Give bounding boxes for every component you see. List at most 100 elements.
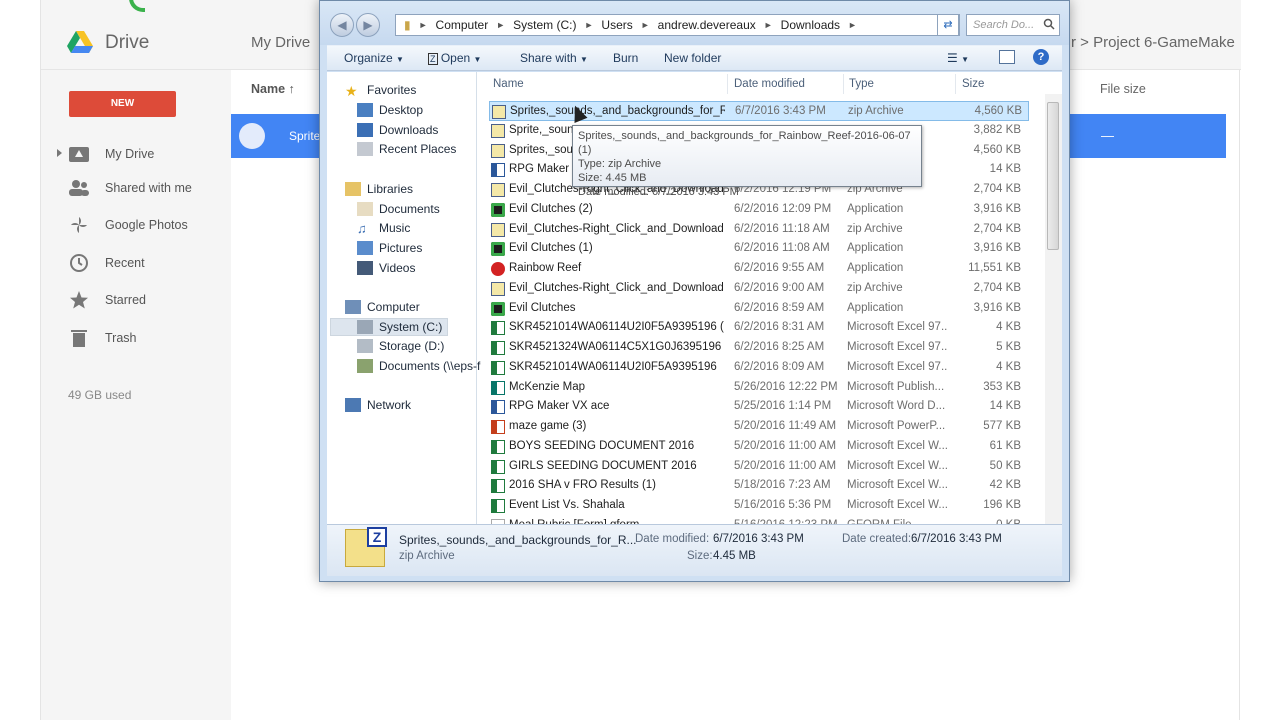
breadcrumb-my-drive[interactable]: My Drive [251, 34, 310, 51]
file-row[interactable]: Evil Clutches 6/2/2016 8:59 AM Application… [489, 299, 1029, 319]
nav-downloads[interactable]: Downloads [357, 123, 438, 137]
column-header-name[interactable]: Name ↑ [251, 82, 295, 96]
file-size: 4,560 KB [973, 143, 1021, 156]
path-system-c[interactable]: System (C:) [513, 18, 576, 32]
help-icon[interactable]: ? [1033, 49, 1049, 65]
file-row[interactable]: McKenzie Map 5/26/2016 12:22 PM Microsoft … [489, 378, 1029, 398]
search-icon[interactable] [1043, 18, 1055, 30]
file-type: zip Archive [848, 105, 904, 117]
network-icon [345, 398, 361, 412]
nav-computer[interactable]: Computer [345, 300, 420, 314]
trash-icon [71, 330, 87, 347]
zip-file-icon [492, 105, 506, 119]
scrollbar-thumb[interactable] [1047, 102, 1059, 250]
file-type: zip Archive [847, 222, 903, 235]
nav-recent-places[interactable]: Recent Places [357, 142, 456, 156]
file-row[interactable]: BOYS SEEDING DOCUMENT 2016 5/20/2016 11:0… [489, 437, 1029, 457]
nav-network-documents[interactable]: Documents (\\eps-f [357, 359, 480, 373]
file-size: 3,882 KB [973, 123, 1021, 136]
nav-label: Recent Places [379, 142, 457, 156]
share-with-button[interactable]: Share with ▼ [520, 51, 588, 65]
organize-button[interactable]: Organize ▼ [344, 51, 404, 65]
nav-label: Music [379, 221, 411, 235]
sidebar-label: Google Photos [105, 218, 188, 232]
nav-pictures[interactable]: Pictures [357, 241, 422, 255]
nav-music[interactable]: ♫ Music [357, 221, 411, 236]
col-date[interactable]: Date modified [734, 72, 805, 96]
file-type: Microsoft Excel 97... [847, 321, 947, 334]
file-row[interactable]: SKR4521014WA06114U2I0F5A9395196 (1) 6/2/2… [489, 318, 1029, 338]
new-folder-button[interactable]: New folder [664, 51, 721, 65]
nav-documents[interactable]: Documents [357, 202, 440, 216]
sidebar-item-starred[interactable]: Starred [69, 290, 146, 310]
sidebar-item-photos[interactable]: Google Photos [69, 215, 188, 235]
search-input[interactable]: Search Do... [966, 14, 1060, 36]
col-name[interactable]: Name [493, 72, 524, 96]
nav-favorites[interactable]: ★ Favorites [345, 83, 416, 99]
col-separator [955, 74, 956, 94]
breadcrumb-project[interactable]: r > Project 6-GameMake [1071, 34, 1235, 51]
preview-pane-button[interactable] [999, 50, 1015, 64]
path-users[interactable]: Users [601, 18, 632, 32]
navigation-pane: ★ Favorites Desktop Downloads Recent Plac… [327, 72, 480, 524]
nav-network[interactable]: Network [345, 398, 411, 412]
sidebar-label: Shared with me [105, 181, 192, 195]
new-button[interactable]: NEW [69, 91, 176, 117]
nav-storage-d[interactable]: Storage (D:) [357, 339, 444, 353]
file-date: 5/16/2016 5:36 PM [734, 499, 832, 511]
nav-label: Videos [379, 261, 416, 275]
expand-arrow-icon[interactable] [57, 149, 62, 157]
file-row[interactable]: Evil Clutches (2) 6/2/2016 12:09 PM Applic… [489, 200, 1029, 220]
excel-file-icon [491, 360, 505, 375]
file-row[interactable]: Evil Clutches (1) 6/2/2016 11:08 AM Applic… [489, 239, 1029, 259]
back-button[interactable]: ◀ [330, 13, 354, 37]
open-button[interactable]: Z Open ▼ [428, 51, 481, 65]
chevron-right-icon: ► [640, 20, 650, 30]
file-row[interactable]: maze game (3) 5/20/2016 11:49 AM Microsoft… [489, 417, 1029, 437]
address-bar[interactable]: ▮ ► Computer ► System (C:) ► Users ► and… [395, 14, 1005, 36]
documents-icon [357, 202, 373, 216]
file-name: SKR4521014WA06114U2I0F5A9395196 [509, 360, 717, 373]
nav-label: Desktop [379, 103, 424, 117]
nav-system-c[interactable]: System (C:) [357, 320, 442, 334]
folder-icon: ▮ [404, 18, 411, 32]
file-row[interactable]: 2016 SHA v FRO Results (1) 5/18/2016 7:23… [489, 476, 1029, 496]
col-size[interactable]: Size [962, 72, 984, 96]
sidebar-item-recent[interactable]: Recent [69, 253, 145, 273]
view-options-button[interactable]: ☰ ▼ [947, 51, 969, 65]
file-row[interactable]: Evil_Clutches-Right_Click_and_Download..… [489, 279, 1029, 299]
nav-desktop[interactable]: Desktop [357, 103, 423, 117]
drive-logo-icon [67, 31, 93, 53]
file-row[interactable]: Event List Vs. Shahala 5/16/2016 5:36 PM M… [489, 496, 1029, 516]
selected-file-size: — [1101, 128, 1114, 143]
file-row[interactable]: Evil_Clutches-Right_Click_and_Download..… [489, 220, 1029, 240]
file-row[interactable]: GIRLS SEEDING DOCUMENT 2016 5/20/2016 11:… [489, 457, 1029, 477]
refresh-button[interactable]: ⇄ [937, 14, 959, 36]
app-file-icon [491, 202, 505, 217]
path-user[interactable]: andrew.devereaux [658, 18, 756, 32]
nav-videos[interactable]: Videos [357, 261, 415, 275]
sidebar-item-my-drive[interactable]: My Drive [57, 144, 154, 164]
file-row[interactable]: RPG Maker VX ace 5/25/2016 1:14 PM Microso… [489, 397, 1029, 417]
file-row[interactable]: Rainbow Reef 6/2/2016 9:55 AM Application 1… [489, 259, 1029, 279]
file-row[interactable]: Meal Rubric [Form].gform5/16/2016 12:23 … [489, 516, 1029, 524]
file-row[interactable]: SKR4521324WA06114C5X1G0J6395196 6/2/2016 … [489, 338, 1029, 358]
path-downloads[interactable]: Downloads [781, 18, 840, 32]
vertical-scrollbar[interactable] [1045, 94, 1062, 524]
file-size: 4,560 KB [974, 105, 1022, 117]
sidebar-item-trash[interactable]: Trash [69, 328, 137, 348]
column-header-size[interactable]: File size [1100, 82, 1146, 96]
nav-libraries[interactable]: Libraries [345, 182, 413, 196]
burn-button[interactable]: Burn [613, 51, 638, 65]
col-type[interactable]: Type [849, 72, 874, 96]
forward-button[interactable]: ▶ [356, 13, 380, 37]
file-date: 5/20/2016 11:00 AM [734, 439, 837, 452]
file-row[interactable]: SKR4521014WA06114U2I0F5A9395196 6/2/2016 … [489, 358, 1029, 378]
open-label: Open [440, 51, 471, 65]
file-size: 42 KB [989, 479, 1021, 492]
sidebar-item-shared[interactable]: Shared with me [69, 178, 192, 198]
path-computer[interactable]: Computer [436, 18, 489, 32]
sidebar-label: Trash [105, 331, 137, 345]
file-size: 353 KB [983, 380, 1021, 393]
music-icon: ♫ [357, 221, 367, 236]
